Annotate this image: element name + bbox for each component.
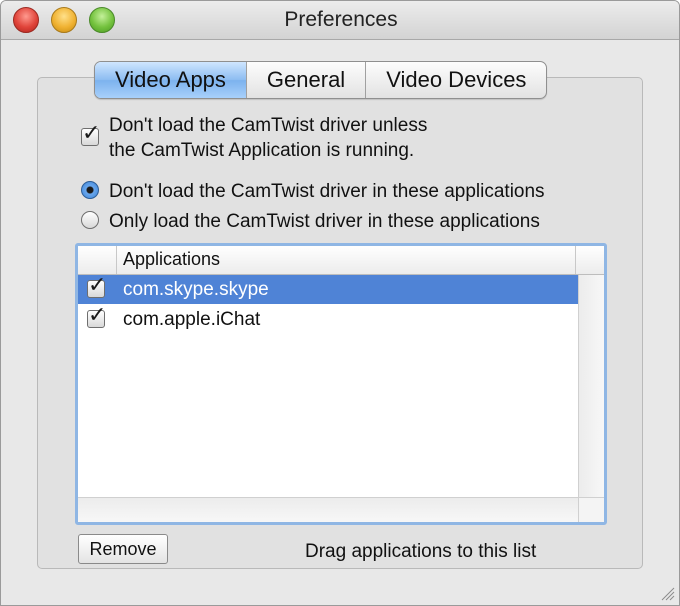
applications-table[interactable]: Applications ✓ com.skype.skype ✓ com.app… xyxy=(75,243,607,525)
title-bar[interactable]: Preferences xyxy=(1,1,679,40)
resize-grip-icon[interactable] xyxy=(659,585,675,601)
checkbox-column-header[interactable] xyxy=(78,246,117,274)
applications-column-header[interactable]: Applications xyxy=(123,249,220,270)
dont-load-radio[interactable] xyxy=(81,181,99,199)
app-name: com.skype.skype xyxy=(123,279,269,300)
checkmark-icon: ✓ xyxy=(88,273,107,298)
checkmark-icon: ✓ xyxy=(82,121,101,146)
scroll-corner xyxy=(578,497,604,522)
tab-general[interactable]: General xyxy=(245,62,365,98)
only-load-radio[interactable] xyxy=(81,211,99,229)
checkmark-icon: ✓ xyxy=(88,303,107,328)
window-title: Preferences xyxy=(284,8,398,31)
table-header: Applications xyxy=(78,246,604,275)
tab-video-apps[interactable]: Video Apps xyxy=(95,62,246,98)
horizontal-scrollbar[interactable] xyxy=(78,497,578,522)
driver-unless-running-checkbox[interactable]: ✓ xyxy=(81,121,100,146)
table-row[interactable]: ✓ com.skype.skype xyxy=(78,273,578,304)
preferences-window: Preferences Video Apps General Video Dev… xyxy=(0,0,680,606)
app-name: com.apple.iChat xyxy=(123,309,261,330)
vertical-scrollbar[interactable] xyxy=(578,275,604,497)
dont-load-radio-label[interactable]: Don't load the CamTwist driver in these … xyxy=(109,181,545,203)
row-checkbox[interactable]: ✓ xyxy=(87,273,106,298)
tab-video-devices[interactable]: Video Devices xyxy=(365,62,546,98)
header-divider xyxy=(575,246,576,274)
driver-checkbox-label-line1: Don't load the CamTwist driver unless xyxy=(109,115,428,136)
only-load-radio-label[interactable]: Only load the CamTwist driver in these a… xyxy=(109,211,540,233)
tab-bar: Video Apps General Video Devices xyxy=(94,61,548,99)
table-row[interactable]: ✓ com.apple.iChat xyxy=(78,303,578,334)
driver-checkbox-label-line2: the CamTwist Application is running. xyxy=(109,140,415,161)
drag-hint-text: Drag applications to this list xyxy=(305,541,537,562)
remove-button[interactable]: Remove xyxy=(78,534,168,564)
row-checkbox[interactable]: ✓ xyxy=(87,303,106,328)
